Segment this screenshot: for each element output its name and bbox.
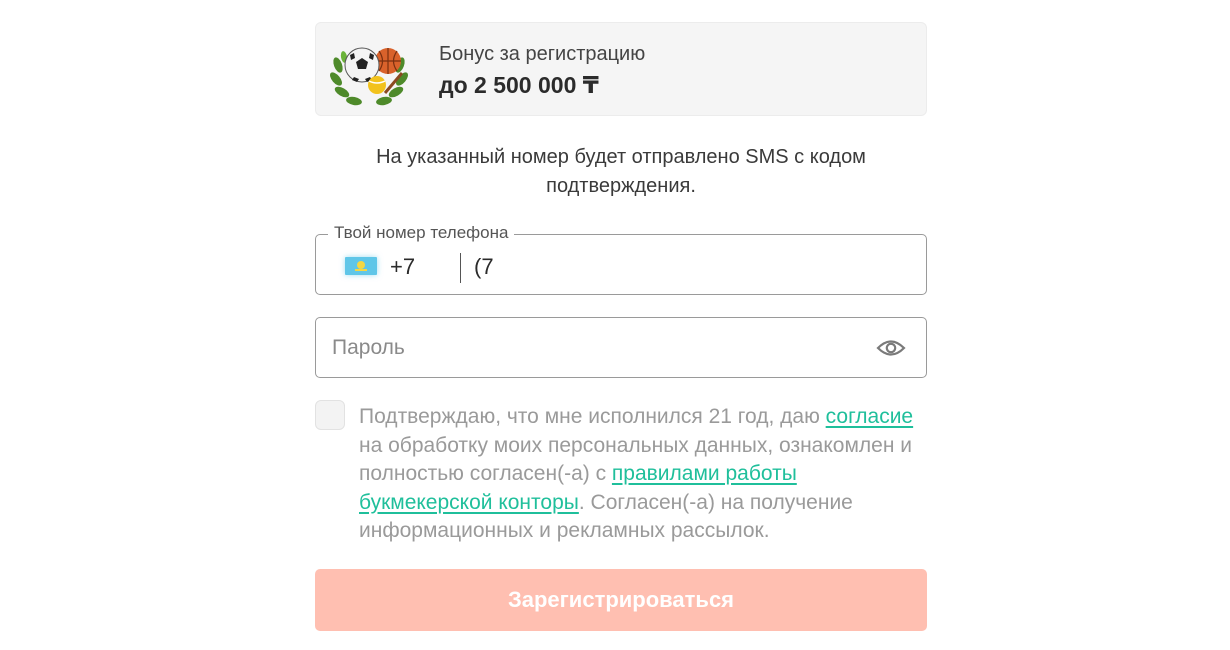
phone-field-label: Твой номер телефона (328, 223, 515, 243)
phone-input[interactable] (474, 254, 894, 280)
kazakhstan-flag-icon[interactable] (345, 257, 377, 275)
eye-icon[interactable] (876, 338, 906, 358)
country-code[interactable]: +7 (390, 254, 415, 280)
consent-text: Подтверждаю, что мне исполнился 21 год, … (359, 403, 925, 546)
register-button[interactable]: Зарегистрироваться (315, 569, 927, 631)
phone-field[interactable]: Твой номер телефона +7 (315, 223, 927, 295)
bonus-card: Бонус за регистрацию до 2 500 000 ₸ (315, 22, 927, 116)
phone-divider (460, 253, 461, 283)
consent-checkbox[interactable] (315, 400, 345, 430)
password-input[interactable] (332, 336, 832, 360)
consent-text-part-1: Подтверждаю, что мне исполнился 21 год, … (359, 405, 826, 428)
sports-balls-laurel-icon (330, 47, 408, 106)
bonus-title: Бонус за регистрацию (439, 43, 646, 65)
consent-link[interactable]: согласие (826, 405, 913, 428)
registration-form: Бонус за регистрацию до 2 500 000 ₸ На у… (315, 22, 927, 631)
sms-info-text: На указанный номер будет отправлено SMS … (376, 146, 866, 197)
password-field[interactable] (315, 317, 927, 378)
bonus-amount: до 2 500 000 ₸ (439, 72, 599, 98)
